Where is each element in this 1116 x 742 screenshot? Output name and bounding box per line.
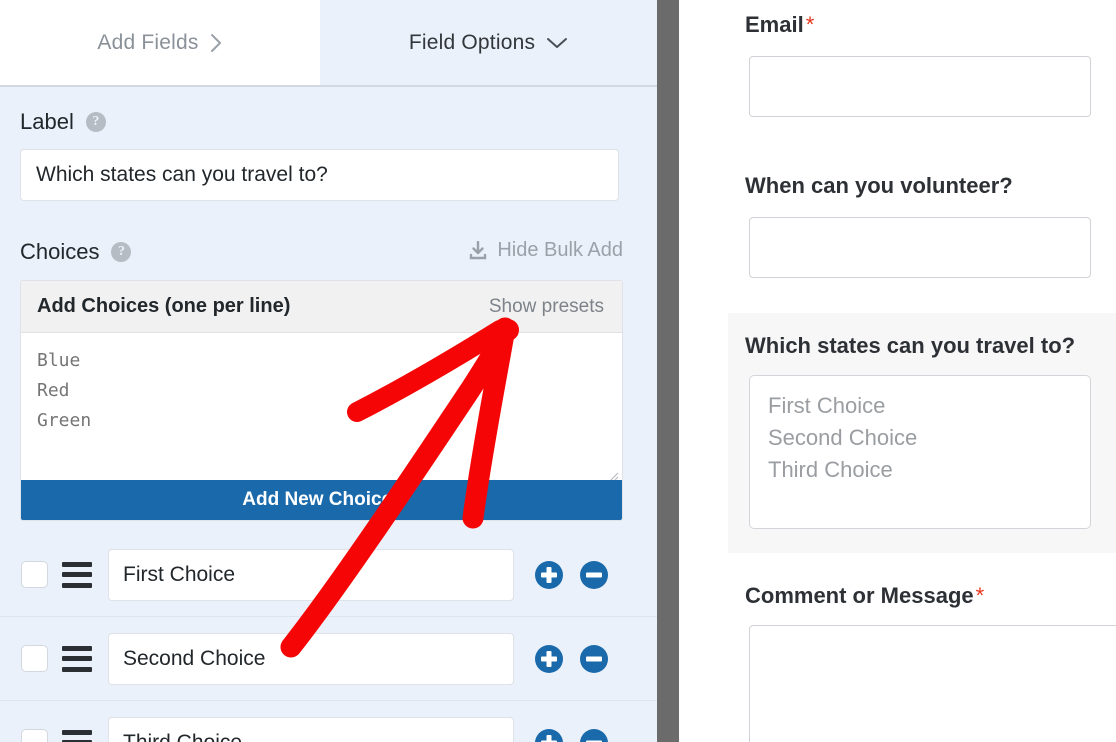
drag-handle-icon[interactable] <box>62 561 92 588</box>
plus-circle-icon[interactable] <box>535 728 563 742</box>
preview-input-email[interactable] <box>749 56 1091 117</box>
plus-circle-icon[interactable] <box>535 644 563 673</box>
bulk-add-title: Add Choices (one per line) <box>37 295 291 317</box>
preview-label-text: Email <box>745 12 804 37</box>
tab-add-fields-label: Add Fields <box>97 31 199 54</box>
preview-field-label-volunteer: When can you volunteer? <box>745 173 1013 199</box>
choice-rows-list <box>0 533 657 742</box>
choice-checkbox[interactable] <box>21 561 48 588</box>
panel-scrollbar[interactable] <box>657 0 679 742</box>
minus-circle-icon[interactable] <box>580 728 608 742</box>
chevron-down-icon <box>546 36 568 50</box>
list-item[interactable]: Second Choice <box>768 422 1072 454</box>
hide-bulk-add-toggle[interactable]: Hide Bulk Add <box>468 239 623 262</box>
list-item[interactable]: First Choice <box>768 390 1072 422</box>
choice-checkbox[interactable] <box>21 645 48 672</box>
choice-checkbox[interactable] <box>21 729 48 742</box>
chevron-right-icon <box>210 33 223 53</box>
choices-heading-text: Choices <box>20 239 100 264</box>
field-options-body: Label ? Choices ? Hide Bulk Add <box>0 87 657 742</box>
table-row <box>0 617 657 701</box>
preview-label-text: Comment or Message <box>745 583 974 608</box>
drag-handle-icon[interactable] <box>62 729 92 742</box>
screenshot-root: Add Fields Field Options Label ? Which s… <box>0 0 1116 742</box>
choices-section-heading: Choices ? <box>20 239 132 265</box>
preview-label-text: Which states can you travel to? <box>745 333 1076 358</box>
choice-input[interactable] <box>108 632 514 685</box>
required-marker: * <box>975 583 985 608</box>
form-preview-panel: Email* When can you volunteer? Which sta… <box>679 0 1116 742</box>
plus-circle-icon[interactable] <box>535 560 563 589</box>
minus-circle-icon[interactable] <box>580 644 608 673</box>
tab-field-options-label: Field Options <box>408 31 536 54</box>
choice-input[interactable] <box>108 548 514 601</box>
tab-add-fields[interactable]: Add Fields <box>0 0 320 86</box>
label-input[interactable] <box>20 149 619 201</box>
import-download-icon <box>468 240 488 261</box>
label-section-heading: Label ? <box>20 109 106 135</box>
preview-field-label-comment: Comment or Message* <box>745 583 984 609</box>
preview-input-volunteer[interactable] <box>749 217 1091 278</box>
builder-tab-bar: Add Fields Field Options <box>0 0 657 86</box>
add-new-choices-button[interactable]: Add New Choices <box>21 480 622 520</box>
minus-circle-icon[interactable] <box>580 560 608 589</box>
drag-handle-icon[interactable] <box>62 645 92 672</box>
label-heading-text: Label <box>20 109 74 134</box>
question-mark-icon[interactable]: ? <box>85 112 106 132</box>
preview-label-text: When can you volunteer? <box>745 173 1013 198</box>
form-builder-panel: Add Fields Field Options Label ? Which s… <box>0 0 657 742</box>
question-mark-icon[interactable]: ? <box>111 242 132 262</box>
choice-input[interactable] <box>108 716 514 742</box>
list-item[interactable]: Third Choice <box>768 454 1072 486</box>
required-marker: * <box>805 12 815 37</box>
bulk-add-textarea[interactable] <box>21 334 622 482</box>
tab-field-options[interactable]: Field Options <box>320 0 657 86</box>
table-row <box>0 533 657 617</box>
hide-bulk-add-label: Hide Bulk Add <box>497 239 623 261</box>
bulk-add-panel: Add Choices (one per line) Show presets … <box>20 280 623 521</box>
preview-multiselect-states[interactable]: First Choice Second Choice Third Choice <box>749 375 1091 529</box>
preview-field-label-email: Email* <box>745 12 814 38</box>
bulk-add-header: Add Choices (one per line) Show presets <box>21 281 622 333</box>
show-presets-link[interactable]: Show presets <box>489 296 604 318</box>
table-row <box>0 701 657 742</box>
preview-field-label-states: Which states can you travel to? <box>745 333 1075 359</box>
preview-textarea-comment[interactable] <box>749 625 1116 742</box>
